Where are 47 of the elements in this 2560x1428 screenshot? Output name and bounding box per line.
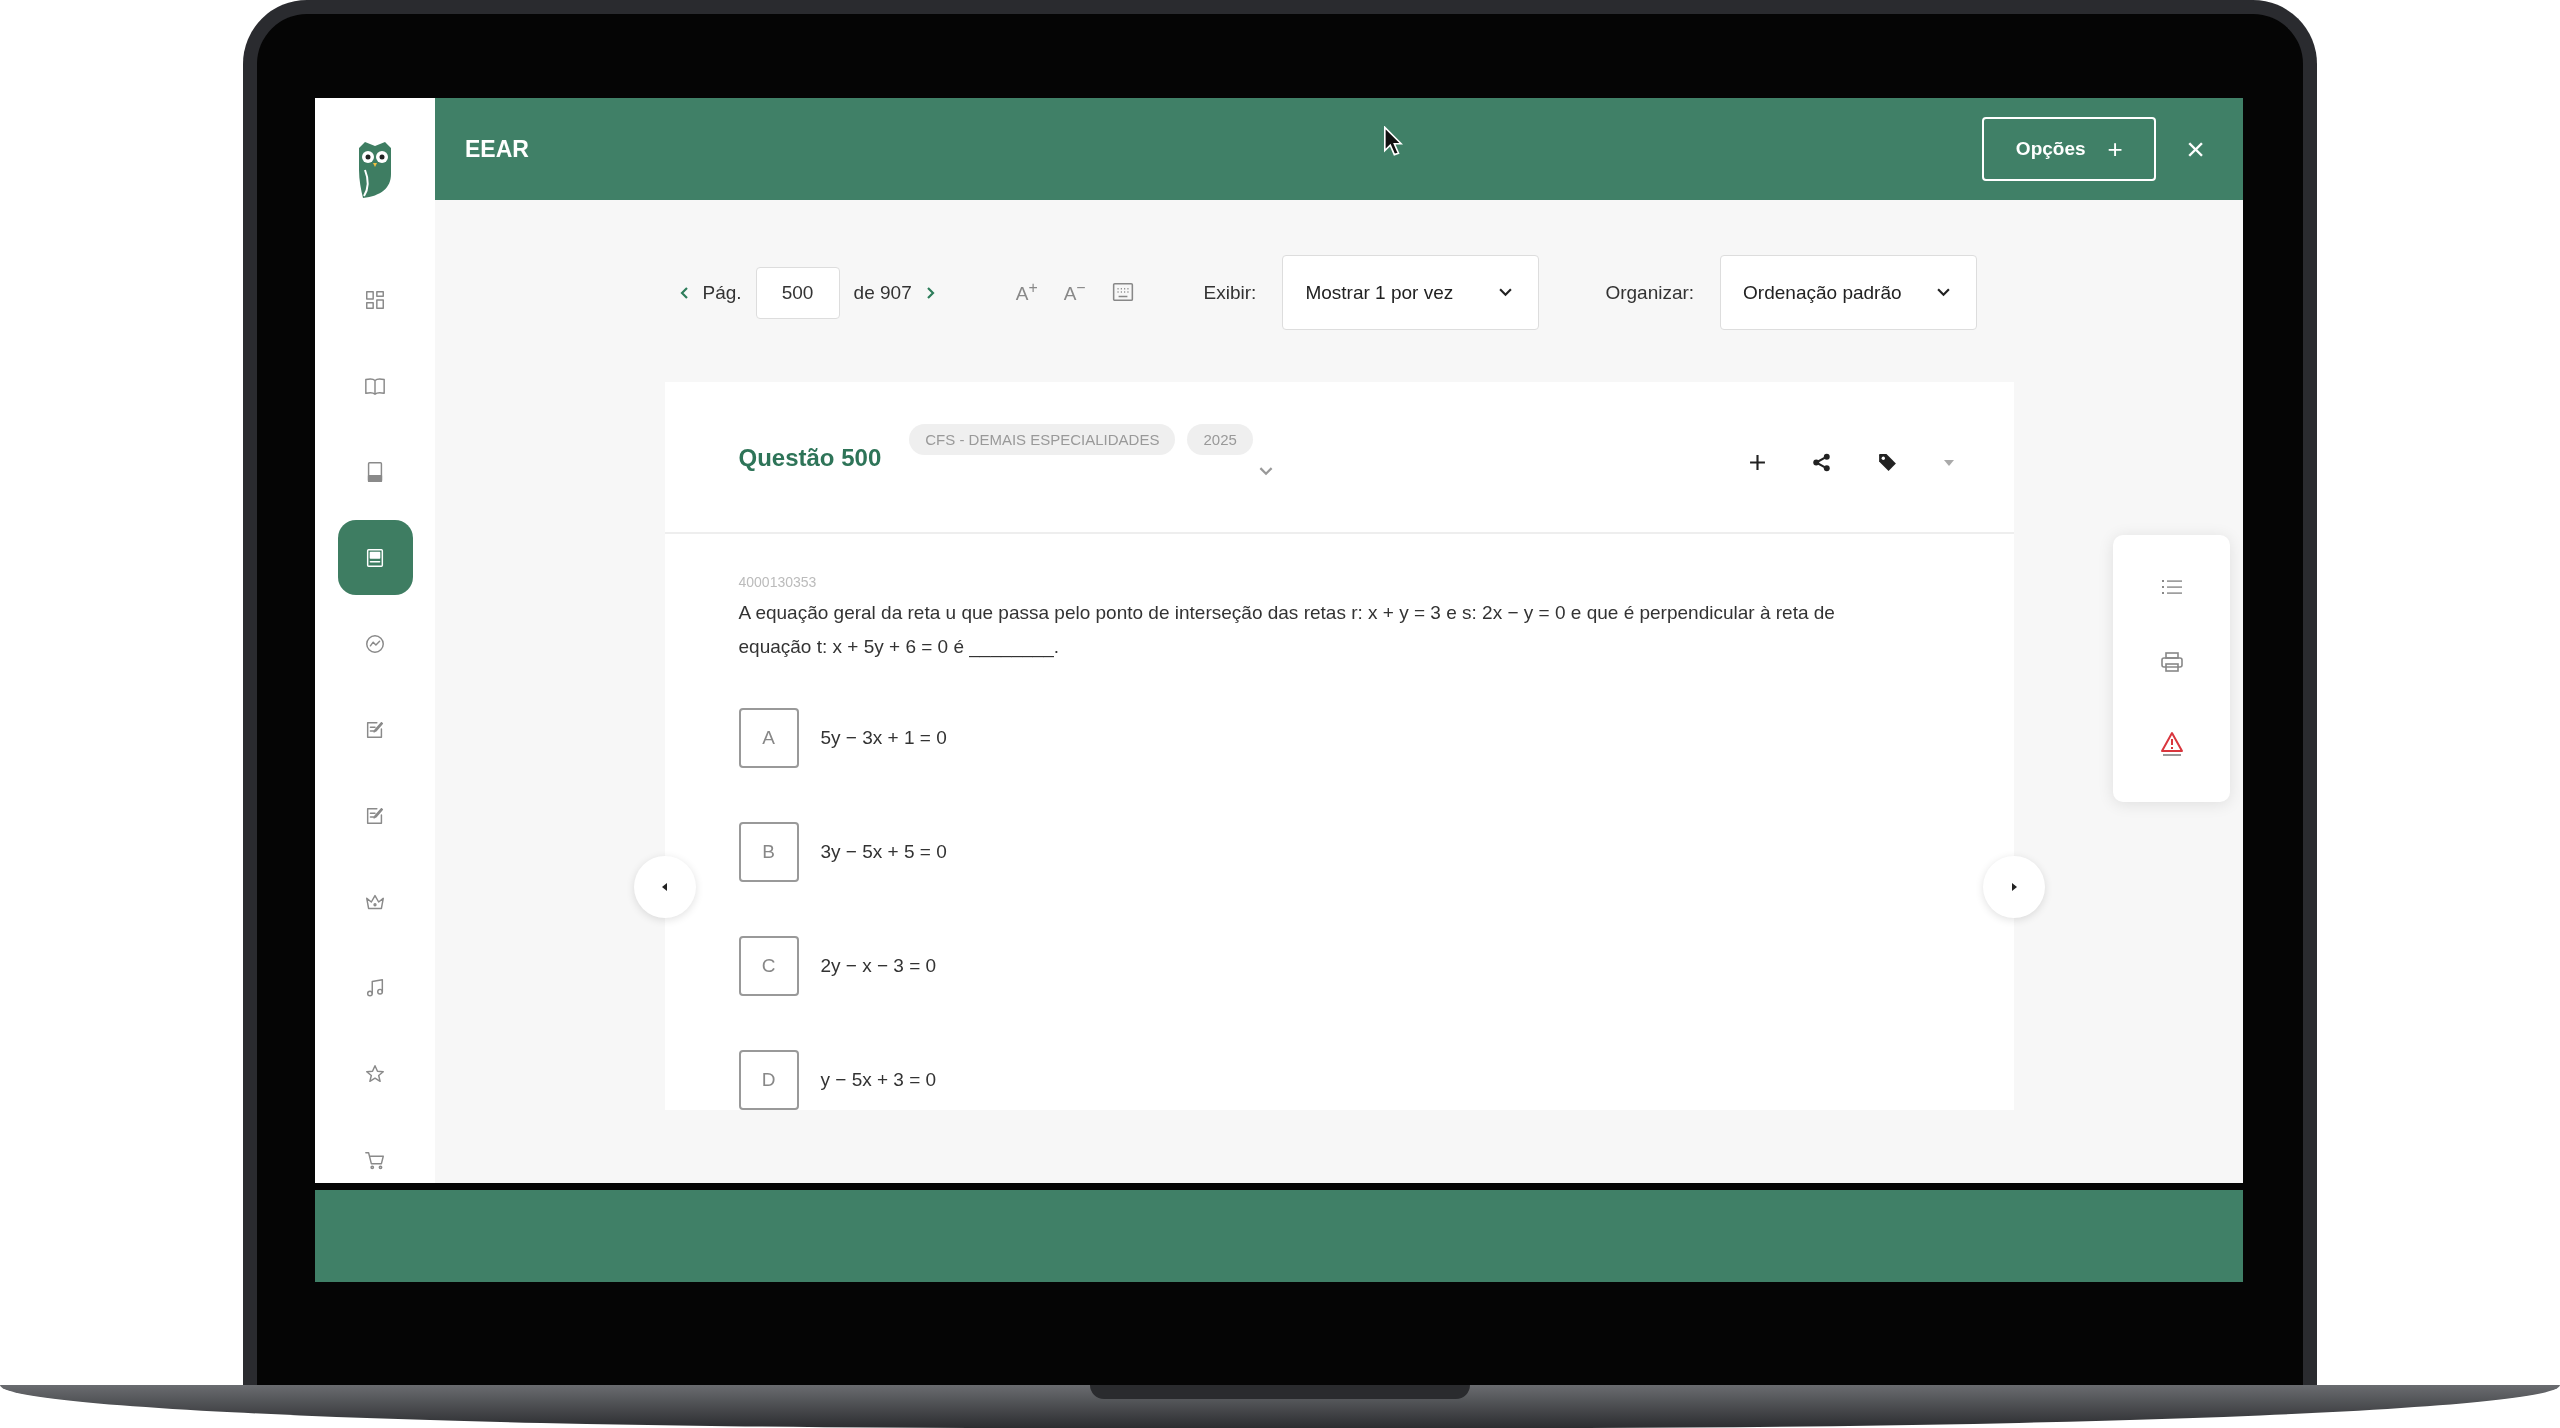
font-increase-button[interactable]: A$^{+}$ [1015, 279, 1038, 306]
warning-icon[interactable] [2159, 730, 2184, 757]
alternative-text: y − 5x + 3 = 0 [820, 1069, 937, 1091]
display-label: Exibir: [1203, 281, 1257, 304]
tag-chip: CFS - DEMAIS ESPECIALIDADES [909, 424, 1176, 455]
mouse-pointer-icon [1383, 126, 1403, 156]
page-total: de 907 [853, 281, 912, 304]
share-icon[interactable] [1811, 453, 1831, 472]
alternative-letter-button[interactable]: A [738, 708, 799, 768]
dashboard-icon [364, 288, 386, 311]
plus-icon[interactable] [1748, 454, 1766, 471]
options-button[interactable]: Opções + [1982, 117, 2157, 181]
chart-circle-icon [364, 632, 386, 655]
page-number-field[interactable]: 500 [755, 266, 840, 319]
print-icon[interactable] [2160, 652, 2183, 673]
app-title: EEAR [465, 135, 529, 163]
question-code: 4000130353 [738, 574, 818, 590]
alternative-letter-button[interactable]: B [738, 822, 799, 882]
keyboard-icon[interactable] [1111, 282, 1134, 303]
alternative-letter-button[interactable]: C [738, 936, 799, 996]
sort-dropdown[interactable]: Ordenação padrão [1720, 255, 1978, 330]
display-dropdown[interactable]: Mostrar 1 por vez [1282, 255, 1540, 330]
list-icon[interactable] [2161, 580, 2182, 595]
font-decrease-button[interactable]: A$^{−}$ [1063, 279, 1086, 306]
page-label: Pág. [702, 281, 742, 304]
chevron-left-icon[interactable] [678, 285, 689, 300]
tag-icon[interactable] [1876, 452, 1898, 473]
caret-right-icon [2009, 882, 2018, 892]
chevron-down-icon[interactable] [1258, 467, 1273, 476]
chevron-down-icon [1937, 288, 1951, 297]
music-note-icon [364, 976, 386, 999]
alternative-text: 3y − 5x + 5 = 0 [820, 841, 947, 863]
question-text: A equação geral da reta u que passa pelo ponto de interseção das retas r: x + y = 3 e s: 2x − y = 0 e que é perpendicular à reta de equação t: x + 5y + 6 = 0 é ________. [738, 601, 1836, 660]
chevron-right-icon[interactable] [925, 285, 936, 300]
alternative-letter-button[interactable]: D [738, 1050, 799, 1110]
chevron-down-icon [1499, 288, 1513, 297]
tag-chip: 2025 [1187, 424, 1253, 455]
alternative-text: 5y − 3x + 1 = 0 [820, 727, 947, 749]
question-title: Questão 500 [738, 444, 882, 472]
caret-down-icon[interactable] [1943, 459, 1954, 466]
alternative-text: 2y − x − 3 = 0 [820, 955, 937, 977]
star-icon [364, 1062, 386, 1085]
book-icon [364, 546, 386, 569]
sidebar-item[interactable] [337, 520, 413, 595]
organize-label: Organizar: [1605, 281, 1695, 304]
close-button[interactable]: × [2186, 130, 2205, 168]
caret-left-icon [660, 882, 669, 892]
